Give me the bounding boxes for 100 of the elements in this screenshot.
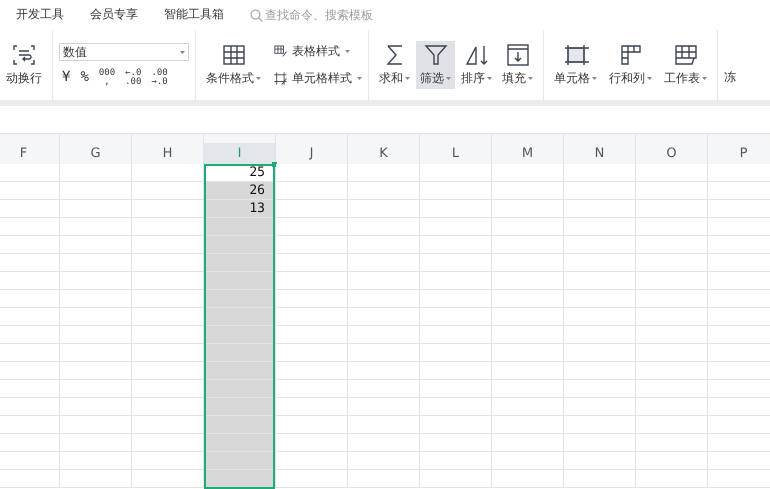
table-cell (276, 416, 348, 434)
table-cell (348, 434, 420, 452)
table-cell (564, 416, 636, 434)
table-cell (636, 380, 708, 398)
table-cell (492, 308, 564, 326)
table-cell (636, 200, 708, 218)
table-cell (420, 236, 492, 254)
toolbar-button[interactable]: 工作表 (660, 41, 711, 89)
table-cell (348, 362, 420, 380)
table-cell (420, 308, 492, 326)
number-format-button[interactable]: ←.0 .00 (122, 69, 144, 87)
table-cell (348, 308, 420, 326)
caret-icon (357, 77, 362, 80)
menu-tab[interactable]: 会员专享 (90, 4, 138, 26)
table-cell (348, 254, 420, 272)
table-cell (60, 254, 132, 272)
number-format-button[interactable]: ¥ (59, 69, 74, 87)
table-cell (420, 218, 492, 236)
caret-icon (446, 77, 451, 80)
table-cell (276, 434, 348, 452)
toolbar-button[interactable]: 排序 (457, 41, 496, 89)
table-cell (0, 380, 60, 398)
table-cell (204, 290, 276, 308)
table-cell (564, 236, 636, 254)
table-cell (204, 272, 276, 290)
table-cell (132, 308, 204, 326)
table-cell (492, 290, 564, 308)
table-cell (492, 362, 564, 380)
table-cell (636, 236, 708, 254)
table-cell (276, 236, 348, 254)
table-cell (132, 416, 204, 434)
cell-style-button[interactable]: 单元格样式 (273, 70, 362, 87)
table-cell (564, 380, 636, 398)
table-cell (420, 434, 492, 452)
toolbar-button[interactable]: 筛选 (416, 41, 455, 89)
table-cell (636, 434, 708, 452)
table-cell (420, 362, 492, 380)
table-cell (348, 416, 420, 434)
table-cell (276, 344, 348, 362)
table-cell (420, 344, 492, 362)
table-cell (636, 452, 708, 470)
toolbar-button[interactable]: 行和列 (605, 41, 656, 89)
toolbar-button[interactable]: 填充 (498, 41, 537, 89)
table-cell (276, 326, 348, 344)
table-cell (492, 236, 564, 254)
table-cell (0, 452, 60, 470)
table-cell (276, 380, 348, 398)
table-cell (204, 326, 276, 344)
caret-icon (528, 77, 533, 80)
table-cell (60, 290, 132, 308)
table-cell (348, 182, 420, 200)
table-cell (132, 434, 204, 452)
number-format-dropdown[interactable]: 数值 (59, 43, 189, 61)
table-cell (564, 434, 636, 452)
table-cell (60, 380, 132, 398)
caret-icon (405, 77, 410, 80)
table-cell (420, 398, 492, 416)
table-cell (60, 272, 132, 290)
table-cell (132, 200, 204, 218)
table-cell (348, 218, 420, 236)
table-cell (564, 362, 636, 380)
table-style-button[interactable]: 表格样式 (273, 43, 362, 60)
table-cell (60, 398, 132, 416)
table-cell (492, 182, 564, 200)
table-cell (0, 344, 60, 362)
table-cell (60, 308, 132, 326)
table-cell (60, 434, 132, 452)
wrap-text-button[interactable]: 动换行 (2, 41, 46, 89)
toolbar-label: 冻 (724, 69, 736, 86)
table-cell (348, 200, 420, 218)
number-format-button[interactable]: % (77, 69, 92, 87)
conditional-format-button[interactable]: 条件格式 (202, 41, 265, 89)
table-cell (132, 362, 204, 380)
table-cell (564, 200, 636, 218)
toolbar-button[interactable]: 求和 (375, 41, 414, 89)
table-cell (564, 182, 636, 200)
table-cell (636, 218, 708, 236)
menu-tab[interactable]: 智能工具箱 (164, 4, 224, 26)
table-cell (0, 272, 60, 290)
toolbar-button[interactable]: 单元格 (550, 41, 601, 89)
table-cell (276, 362, 348, 380)
table-cell (60, 452, 132, 470)
table-cell (348, 290, 420, 308)
caret-icon (592, 77, 597, 80)
table-cell (636, 344, 708, 362)
table-grid-icon (220, 43, 246, 67)
table-cell (420, 182, 492, 200)
table-cell (60, 200, 132, 218)
number-format-button[interactable]: .00 →.0 (148, 69, 171, 87)
table-cell (348, 326, 420, 344)
sort-icon (464, 43, 490, 67)
table-cell (420, 470, 492, 488)
table-cell (60, 416, 132, 434)
number-format-button[interactable]: 000 , (96, 69, 118, 87)
table-cell (420, 290, 492, 308)
table-cell (276, 290, 348, 308)
table-cell (492, 272, 564, 290)
table-cell (0, 200, 60, 218)
table-cell (636, 290, 708, 308)
menu-tab[interactable]: 开发工具 (16, 4, 64, 26)
